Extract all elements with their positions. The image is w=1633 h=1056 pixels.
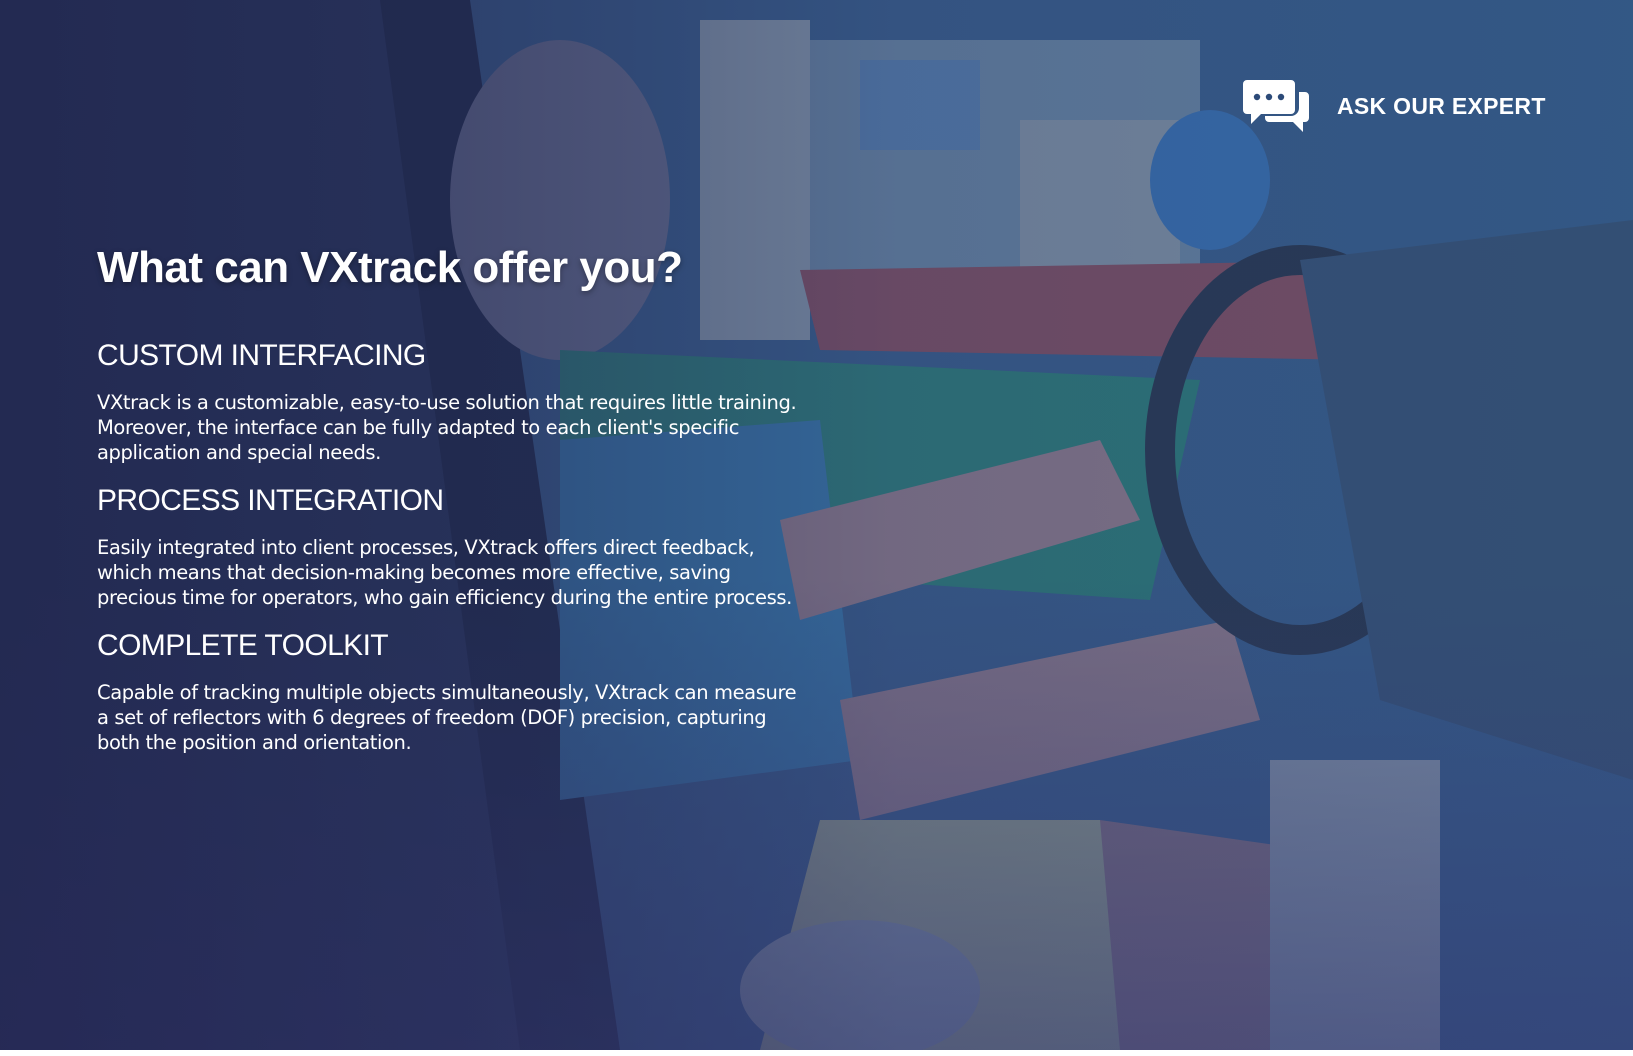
feature-heading: PROCESS INTEGRATION — [97, 484, 444, 517]
feature-description: VXtrack is a customizable, easy-to-use s… — [97, 391, 797, 464]
feature-custom-interfacing: CUSTOM INTERFACING VXtrack is a customiz… — [97, 336, 797, 465]
feature-description: Easily integrated into client processes,… — [97, 536, 792, 609]
page-title: What can VXtrack offer you? — [97, 243, 683, 292]
features-content: What can VXtrack offer you? CUSTOM INTER… — [97, 240, 797, 771]
feature-heading: CUSTOM INTERFACING — [97, 339, 426, 372]
ask-our-expert-button[interactable]: ASK OUR EXPERT — [1243, 78, 1546, 134]
feature-complete-toolkit: COMPLETE TOOLKIT Capable of tracking mul… — [97, 626, 797, 755]
feature-process-integration: PROCESS INTEGRATION Easily integrated in… — [97, 481, 797, 610]
chat-bubbles-icon — [1243, 80, 1309, 132]
feature-heading: COMPLETE TOOLKIT — [97, 629, 389, 662]
feature-description: Capable of tracking multiple objects sim… — [97, 681, 797, 754]
ask-our-expert-label: ASK OUR EXPERT — [1337, 92, 1546, 119]
